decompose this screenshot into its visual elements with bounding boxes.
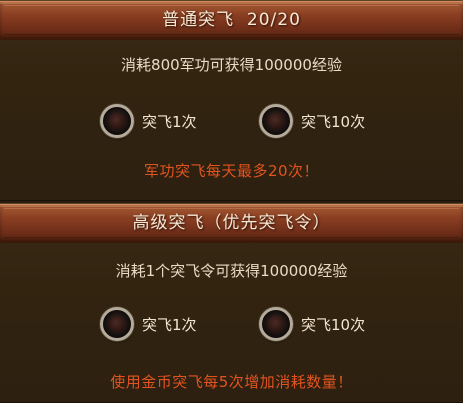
- normal-training-panel: 普通突飞 20/20 消耗800军功可获得100000经验 突飞1次 突飞10次…: [0, 0, 463, 201]
- normal-training-description: 消耗800军功可获得100000经验: [121, 56, 342, 74]
- normal-train-once-radio[interactable]: [100, 104, 134, 138]
- normal-training-title: 普通突飞 20/20: [162, 10, 301, 30]
- advanced-training-header: 高级突飞（优先突飞令）: [0, 204, 463, 243]
- advanced-train-once-option[interactable]: 突飞1次: [100, 304, 197, 344]
- normal-train-once-option[interactable]: 突飞1次: [100, 101, 197, 141]
- advanced-train-ten-option[interactable]: 突飞10次: [259, 304, 365, 344]
- advanced-training-title: 高级突飞（优先突飞令）: [132, 213, 331, 233]
- normal-train-once-label: 突飞1次: [142, 112, 197, 131]
- advanced-train-once-label: 突飞1次: [142, 315, 197, 334]
- advanced-training-description: 消耗1个突飞令可获得100000经验: [115, 262, 348, 280]
- normal-train-ten-radio[interactable]: [259, 104, 293, 138]
- advanced-training-panel: 高级突飞（优先突飞令） 消耗1个突飞令可获得100000经验 突飞1次 突飞10…: [0, 203, 463, 403]
- advanced-train-ten-label: 突飞10次: [301, 315, 366, 334]
- normal-training-notice: 军功突飞每天最多20次！: [143, 162, 320, 180]
- normal-train-ten-option[interactable]: 突飞10次: [259, 101, 365, 141]
- advanced-training-notice: 使用金币突飞每5次增加消耗数量！: [110, 373, 353, 391]
- normal-training-header: 普通突飞 20/20: [0, 1, 463, 40]
- normal-train-ten-label: 突飞10次: [301, 112, 366, 131]
- advanced-train-ten-radio[interactable]: [259, 307, 293, 341]
- advanced-train-once-radio[interactable]: [100, 307, 134, 341]
